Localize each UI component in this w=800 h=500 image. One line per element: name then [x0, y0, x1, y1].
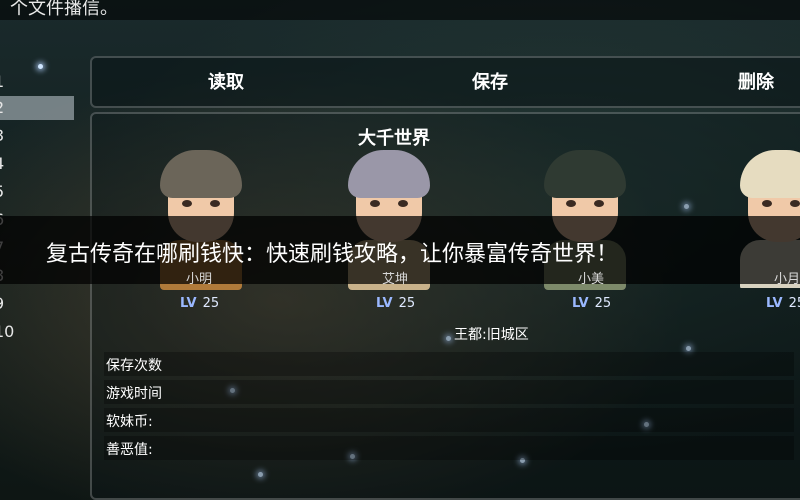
save-slot-item[interactable]: 10 [0, 320, 74, 344]
character-eye [398, 200, 408, 207]
save-button[interactable]: 保存 [472, 68, 508, 94]
save-menu-panel: 读取 保存 删除 [90, 56, 800, 108]
character-eye [566, 200, 576, 207]
article-title-text: 复古传奇在哪刷钱快：快速刷钱攻略，让你暴富传奇世界！ [46, 242, 619, 267]
level-value: 25 [594, 296, 612, 311]
character-hair [740, 150, 800, 198]
save-slot-list: 1 2 3 4 5 6 7 8 9 10 [0, 60, 76, 360]
character-eye [762, 200, 772, 207]
level-value: 25 [398, 296, 416, 311]
save-slot-item[interactable]: 9 [0, 292, 74, 316]
load-button[interactable]: 读取 [208, 68, 244, 94]
karma-row: 善恶值: [104, 436, 794, 460]
currency-label: 软妹币: [106, 414, 153, 430]
level-value: 25 [788, 296, 800, 311]
delete-button[interactable]: 删除 [738, 68, 774, 94]
save-count-row: 保存次数 [104, 352, 794, 376]
save-slot-item[interactable]: 4 [0, 152, 74, 176]
karma-label: 善恶值: [106, 442, 153, 458]
level-value: 25 [202, 296, 220, 311]
character-eye [370, 200, 380, 207]
top-message-text: 个文件播信。 [10, 0, 118, 19]
character-eye [594, 200, 604, 207]
save-slot-item[interactable]: 1 [0, 70, 74, 94]
currency-row: 软妹币: [104, 408, 794, 432]
character-name: 小美 [578, 272, 605, 287]
level-prefix: LV [766, 296, 783, 311]
top-message-bar: 个文件播信。 [0, 0, 800, 20]
character-level: LV 25 [180, 296, 219, 311]
play-time-row: 游戏时间 [104, 380, 794, 404]
location-region: 王都:旧城区 [454, 327, 529, 343]
character-name: 小明 [186, 272, 213, 287]
level-prefix: LV [376, 296, 393, 311]
character-eye [210, 200, 220, 207]
character-level: LV 25 [766, 296, 800, 311]
world-title: 大千世界 [358, 128, 430, 149]
save-slot-item-selected[interactable]: 2 [0, 96, 74, 120]
character-eye [182, 200, 192, 207]
character-level: LV 25 [376, 296, 415, 311]
save-slot-item[interactable]: 3 [0, 124, 74, 148]
character-hair [544, 150, 626, 198]
character-hair [348, 150, 430, 198]
character-name: 小月 [774, 272, 800, 287]
character-level: LV 25 [572, 296, 611, 311]
character-eye [790, 200, 800, 207]
level-prefix: LV [180, 296, 197, 311]
play-time-label: 游戏时间 [106, 386, 162, 402]
save-slot-item[interactable]: 5 [0, 180, 74, 204]
character-name: 艾坤 [382, 272, 409, 287]
save-count-label: 保存次数 [106, 358, 162, 374]
level-prefix: LV [572, 296, 589, 311]
character-hair [160, 150, 242, 198]
